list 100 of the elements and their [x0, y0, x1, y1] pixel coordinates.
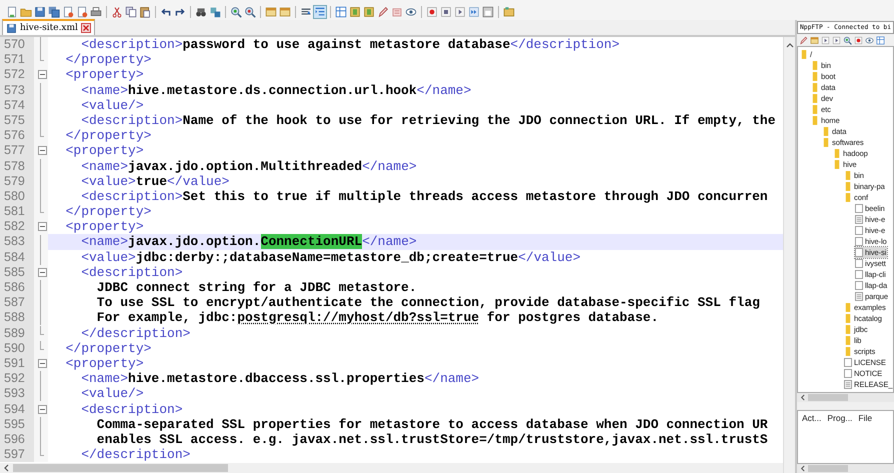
code-line: <description>password to use against metastore database</description>	[80, 37, 620, 52]
printer-icon[interactable]	[90, 6, 102, 18]
chevron-left-icon	[800, 465, 805, 472]
fold-collapse-icon[interactable]	[38, 404, 47, 414]
zoom-in-icon[interactable]	[230, 6, 242, 18]
horizontal-scrollbar[interactable]	[797, 393, 894, 402]
line-number: 595	[0, 416, 34, 432]
line-number: 578	[0, 158, 34, 174]
code-line: <description>Set this to true if multiple threads access metastore through JDO concurren	[80, 188, 769, 204]
replace-icon[interactable]	[209, 6, 221, 18]
save-all-icon[interactable]	[48, 6, 60, 18]
window-icon[interactable]	[279, 6, 291, 18]
code-line: <property>	[64, 356, 145, 372]
zoom-out-icon[interactable]	[244, 6, 256, 18]
fold-end-line	[40, 128, 44, 138]
code-line: <value>jdbc:derby:;databaseName=metastore_db;create=true</value>	[80, 250, 582, 265]
code-line: <value/>	[80, 386, 145, 402]
code-line: <name>javax.jdo.option.Multithreaded</name>	[80, 158, 418, 174]
fast-forward-icon[interactable]	[468, 6, 480, 18]
fold-end-line	[40, 447, 44, 456]
paste-icon[interactable]	[139, 6, 151, 18]
code-line: </description>	[80, 447, 192, 462]
stop-icon[interactable]	[440, 6, 452, 18]
code-line: <description>Name of the hook to use for retrieving the JDO connection URL. If empty, the	[80, 112, 777, 128]
text-file-icon	[855, 292, 863, 301]
code-line: <name>hive.metastore.dbaccess.ssl.properties</name>	[80, 371, 480, 386]
line-number: 589	[0, 326, 34, 341]
horizontal-scrollbar[interactable]	[797, 464, 894, 473]
vertical-scrollbar[interactable]	[783, 37, 795, 473]
line-number: 590	[0, 340, 34, 356]
code-line: To use SSL to encrypt/authenticate the connection, provide database-specific SSL flag	[96, 295, 761, 310]
line-number: 581	[0, 204, 34, 220]
line-number: 573	[0, 82, 34, 98]
record-icon[interactable]	[854, 36, 863, 44]
line-number: 577	[0, 143, 34, 158]
line-number: 582	[0, 219, 34, 234]
close-icon[interactable]	[80, 23, 91, 33]
horizontal-scrollbar[interactable]	[0, 463, 783, 473]
code-line: <value>true</value>	[80, 174, 230, 189]
macro-save-icon[interactable]	[482, 6, 494, 18]
zoom-in-icon[interactable]	[843, 36, 852, 44]
code-line: <property>	[64, 219, 145, 234]
line-number: 572	[0, 67, 34, 83]
line-number: 576	[0, 128, 34, 144]
eye-icon[interactable]	[405, 6, 417, 18]
window-icon[interactable]	[265, 6, 277, 18]
line-number: 594	[0, 402, 34, 417]
line-number: 580	[0, 188, 34, 204]
fold-end-line	[40, 204, 44, 214]
redo-icon[interactable]	[174, 6, 186, 18]
line-number: 587	[0, 295, 34, 310]
code-line: </property>	[64, 340, 152, 356]
text-file-icon	[844, 380, 852, 389]
chevron-left-icon	[800, 394, 805, 401]
copy-icon[interactable]	[125, 6, 137, 18]
fold-end-line	[40, 340, 44, 350]
code-line: </property>	[64, 52, 152, 68]
record-icon[interactable]	[426, 6, 438, 18]
code-line: </property>	[64, 128, 152, 144]
fold-collapse-icon[interactable]	[38, 70, 47, 80]
code-line: </description>	[80, 326, 192, 341]
scissors-icon[interactable]	[111, 6, 123, 18]
play-icon[interactable]	[454, 6, 466, 18]
fold-collapse-icon[interactable]	[38, 359, 47, 368]
save-icon[interactable]	[34, 6, 46, 18]
code-line: Comma-separated SSL properties for metastore to access database when JDO connection UR	[96, 416, 769, 432]
play-icon[interactable]	[821, 36, 830, 44]
pen-icon[interactable]	[377, 6, 389, 18]
line-number: 584	[0, 250, 34, 265]
code-line: <property>	[64, 143, 145, 158]
line-number: 575	[0, 112, 34, 128]
fold-collapse-icon[interactable]	[38, 268, 47, 277]
grid-icon[interactable]	[876, 36, 885, 44]
column-header[interactable]: Prog...	[827, 413, 852, 423]
line-number: 588	[0, 310, 34, 326]
code-line: For example, jdbc:postgresql://myhost/db?ssl=true for postgres database.	[96, 310, 660, 326]
eye-icon[interactable]	[865, 36, 874, 44]
undo-icon[interactable]	[160, 6, 172, 18]
close-file-icon[interactable]	[62, 6, 74, 18]
grid-icon[interactable]	[335, 6, 347, 18]
code-line: </property>	[64, 204, 152, 220]
line-number: 586	[0, 280, 34, 296]
line-number: 571	[0, 52, 34, 68]
file-tab[interactable]: hive-site.xml	[2, 19, 95, 35]
fold-end-line	[40, 326, 44, 335]
column-header[interactable]: File	[858, 413, 872, 423]
code-line: <name>hive.metastore.ds.connection.url.hook</name>	[80, 82, 472, 98]
line-number: 579	[0, 174, 34, 189]
play-icon[interactable]	[832, 36, 841, 44]
document-icon[interactable]	[391, 6, 403, 18]
close-file-icon[interactable]	[76, 6, 88, 18]
column-header[interactable]: Act...	[802, 413, 822, 423]
chevron-left-icon	[3, 464, 9, 472]
binoculars-icon[interactable]	[195, 6, 207, 18]
fold-collapse-icon[interactable]	[38, 222, 47, 232]
word-wrap-icon[interactable]	[300, 6, 312, 18]
fold-collapse-icon[interactable]	[38, 146, 47, 156]
new-file-icon[interactable]	[6, 6, 18, 18]
saved-file-icon	[6, 22, 17, 34]
fold-line	[40, 37, 41, 52]
